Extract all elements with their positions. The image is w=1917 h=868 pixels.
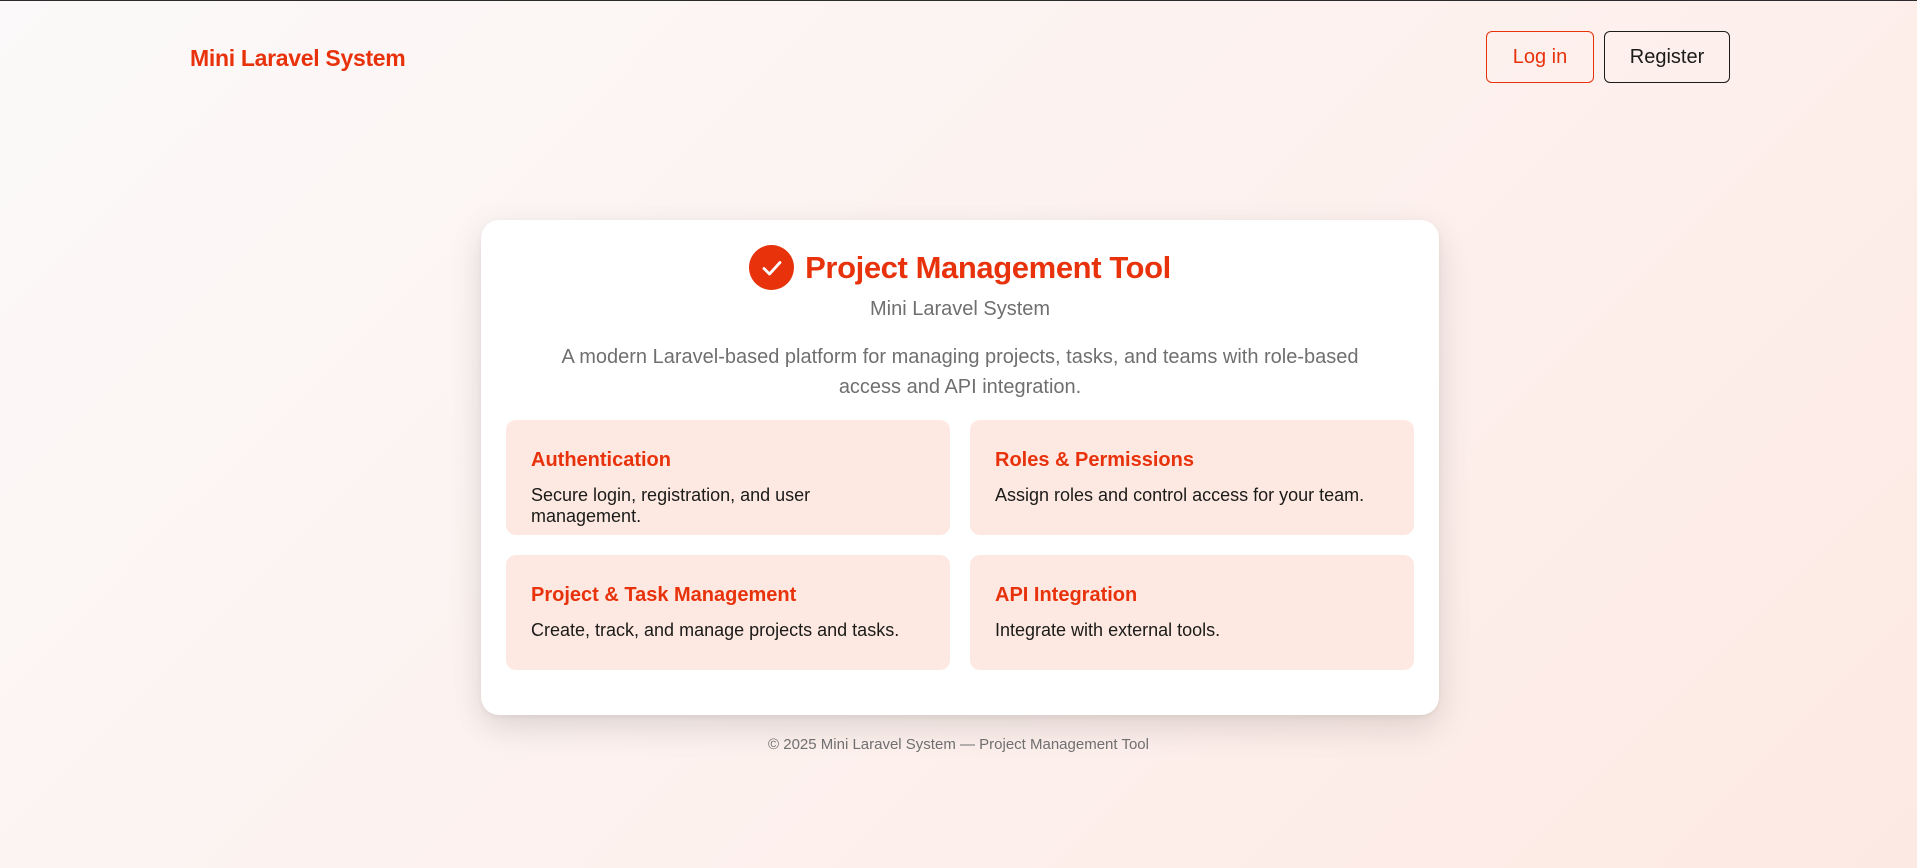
- title-row: Project Management Tool: [481, 245, 1439, 290]
- footer-copyright: © 2025 Mini Laravel System — Project Man…: [768, 736, 1149, 753]
- welcome-card: Project Management Tool Mini Laravel Sys…: [481, 220, 1439, 715]
- feature-title: Roles & Permissions: [995, 449, 1194, 471]
- feature-description: Secure login, registration, and user man…: [531, 485, 811, 526]
- feature-description: Integrate with external tools.: [995, 620, 1221, 640]
- login-button[interactable]: Log in: [1486, 31, 1594, 83]
- check-circle-icon: [749, 245, 795, 290]
- register-button[interactable]: Register: [1604, 31, 1730, 83]
- page-subtitle: Mini Laravel System: [869, 298, 1051, 320]
- feature-title: Project & Task Management: [531, 584, 797, 606]
- feature-card-project-task-management: Project & Task Management Create, track,…: [506, 555, 950, 670]
- top-nav: Mini Laravel System Log in Register: [0, 1, 1917, 116]
- feature-card-authentication: Authentication Secure login, registratio…: [506, 420, 950, 535]
- feature-card-roles-permissions: Roles & Permissions Assign roles and con…: [970, 420, 1414, 535]
- page-title: Project Management Tool: [805, 249, 1171, 285]
- feature-title: Authentication: [531, 449, 671, 471]
- feature-card-api-integration: API Integration Integrate with external …: [970, 555, 1414, 670]
- brand-logo[interactable]: Mini Laravel System: [190, 45, 406, 72]
- page-description: A modern Laravel-based platform for mana…: [561, 346, 1359, 398]
- feature-description: Create, track, and manage projects and t…: [531, 620, 900, 640]
- feature-description: Assign roles and control access for your…: [995, 485, 1365, 505]
- feature-title: API Integration: [995, 584, 1138, 606]
